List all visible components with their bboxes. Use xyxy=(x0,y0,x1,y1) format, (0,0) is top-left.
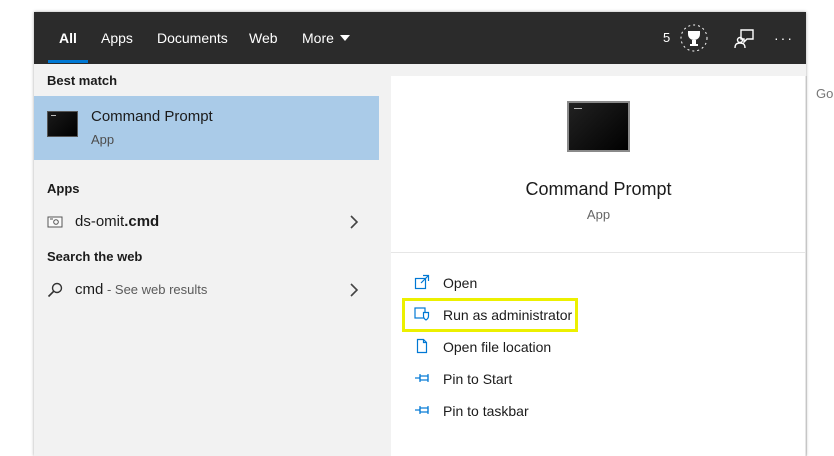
web-query: cmd xyxy=(75,281,104,298)
pin-icon xyxy=(415,374,429,382)
search-icon xyxy=(47,282,63,298)
pane-border xyxy=(805,76,806,456)
tab-web[interactable]: Web xyxy=(249,12,278,64)
open-file-location-label: Open file location xyxy=(443,339,552,355)
best-match-item[interactable]: Command Prompt App xyxy=(34,96,379,160)
web-result-label: cmd - See web results xyxy=(75,281,207,298)
tab-all[interactable]: All xyxy=(59,12,77,64)
trophy-icon[interactable] xyxy=(680,24,708,52)
tab-more[interactable]: More xyxy=(302,12,350,64)
pin-icon xyxy=(415,406,429,414)
best-match-heading: Best match xyxy=(47,73,118,88)
preview-subtitle: App xyxy=(586,207,611,222)
apps-heading: Apps xyxy=(47,181,80,196)
pin-to-taskbar-label: Pin to taskbar xyxy=(443,403,529,419)
app-result-extension: .cmd xyxy=(124,213,160,230)
pin-to-start-label: Pin to Start xyxy=(443,371,513,387)
search-web-heading: Search the web xyxy=(47,249,143,264)
app-result-name: ds-omit xyxy=(75,213,125,230)
more-options-icon[interactable]: ··· xyxy=(774,27,798,49)
chevron-right-icon[interactable] xyxy=(349,214,359,230)
feedback-icon[interactable] xyxy=(734,27,756,49)
chevron-right-icon[interactable] xyxy=(349,282,359,298)
best-match-subtitle: App xyxy=(91,132,115,147)
tab-documents[interactable]: Documents xyxy=(157,12,228,64)
open-icon xyxy=(414,274,430,290)
web-results-hint: - See web results xyxy=(103,282,208,297)
file-icon xyxy=(416,338,428,354)
background-page xyxy=(806,76,834,456)
search-panel: All Apps Documents Web More 5 ··· Best m… xyxy=(34,12,806,456)
web-result-item[interactable]: cmd - See web results xyxy=(34,273,379,307)
background-text-fragment: Go xyxy=(816,86,834,101)
app-result-item[interactable]: ds-omit.cmd xyxy=(34,205,379,239)
tab-more-label: More xyxy=(302,30,334,46)
rewards-count: 5 xyxy=(663,30,671,45)
preview-title: Command Prompt xyxy=(525,179,672,199)
batch-file-icon xyxy=(47,216,63,228)
highlight-box xyxy=(402,298,578,332)
tab-apps[interactable]: Apps xyxy=(101,12,133,64)
divider xyxy=(391,252,806,253)
results-list: Best match Command Prompt App Apps ds-om… xyxy=(34,64,379,456)
command-prompt-icon xyxy=(47,111,78,137)
preview-pane: Command Prompt App Open Run as administr… xyxy=(391,76,806,456)
caret-down-icon xyxy=(339,35,350,42)
best-match-title: Command Prompt xyxy=(91,108,213,125)
app-result-label: ds-omit.cmd xyxy=(75,213,159,230)
command-prompt-icon xyxy=(567,101,630,152)
search-filter-bar: All Apps Documents Web More 5 ··· xyxy=(34,12,806,64)
active-tab-indicator xyxy=(48,60,88,63)
open-label: Open xyxy=(443,275,478,291)
